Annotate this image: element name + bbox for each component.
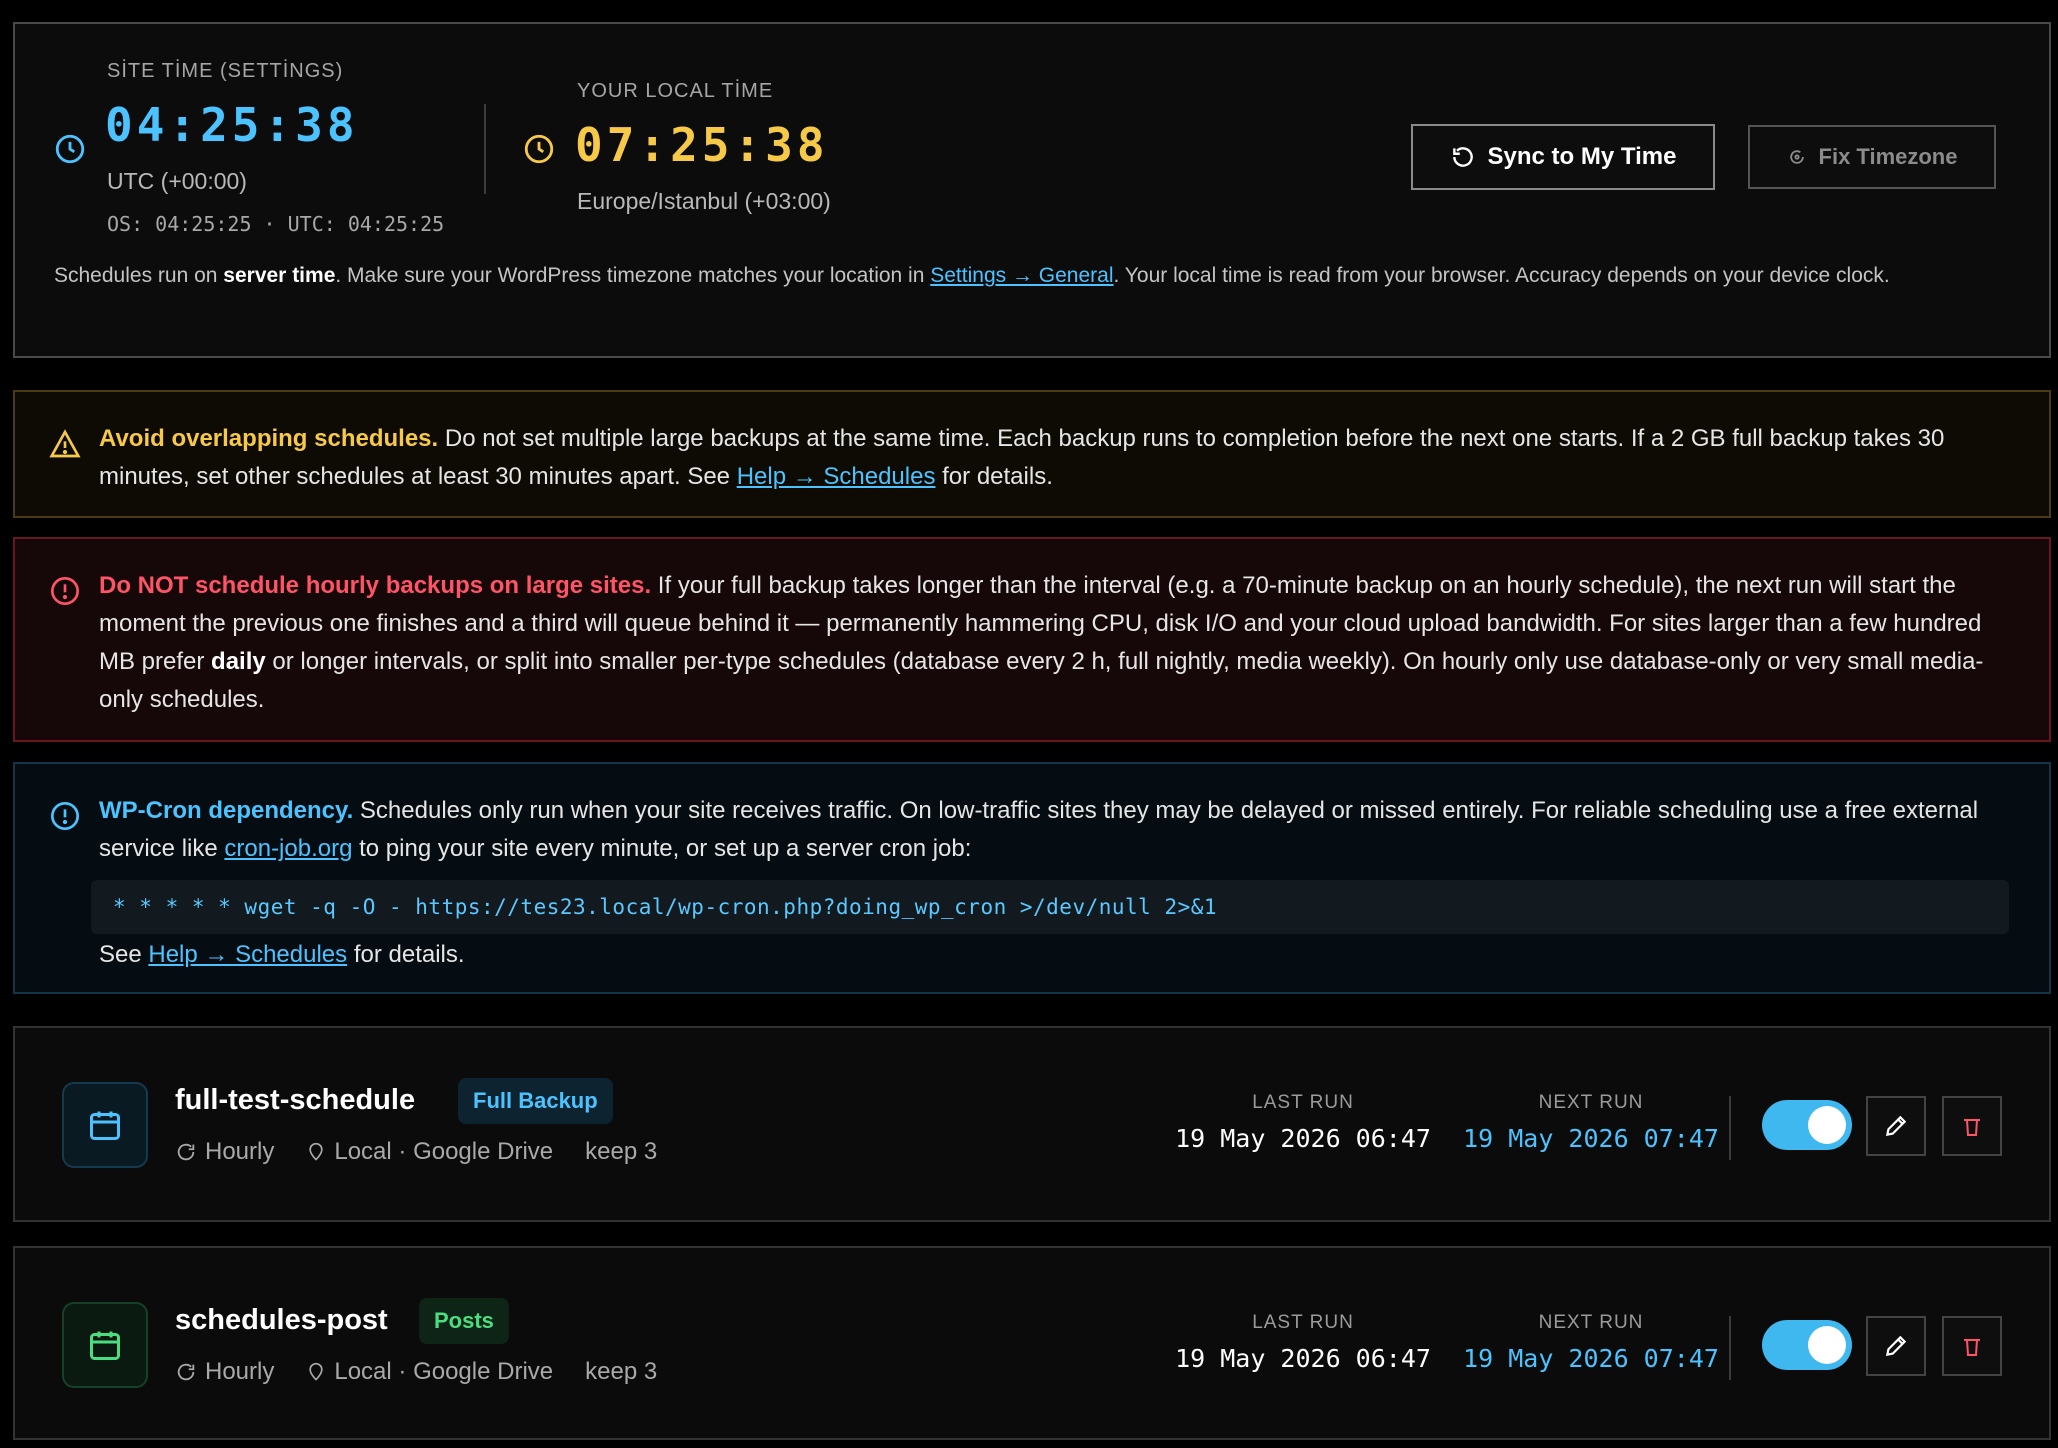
see-text: See — [99, 941, 149, 968]
schedule-meta: Hourly Local · Google Drive keep 3 — [175, 1138, 689, 1166]
local-time-value: 07:25:38 — [575, 118, 829, 172]
schedule-type-badge: Full Backup — [458, 1078, 613, 1124]
refresh-icon — [1789, 150, 1804, 164]
repeat-icon — [177, 1363, 195, 1381]
note-bold: server time — [223, 264, 336, 287]
calendar-icon-box — [62, 1082, 148, 1168]
schedule-name: full-test-schedule — [175, 1084, 416, 1116]
next-run-value: 19 May 2026 07:47 — [1463, 1124, 1719, 1153]
next-run-value: 19 May 2026 07:47 — [1463, 1344, 1719, 1373]
warning-icon — [49, 429, 81, 458]
divider — [484, 104, 486, 194]
help-schedules-link[interactable]: Help → Schedules — [148, 941, 347, 968]
fix-timezone-button[interactable]: Fix Timezone — [1748, 125, 1996, 189]
see-line: See Help → Schedules for details. — [99, 936, 2009, 974]
toggle-knob — [1808, 1326, 1846, 1364]
last-run-label: LAST RUN — [1252, 1312, 1354, 1333]
schedule-enabled-toggle[interactable] — [1762, 1100, 1852, 1150]
calendar-icon — [90, 1331, 120, 1360]
last-run-value: 19 May 2026 06:47 — [1175, 1344, 1431, 1373]
schedule-enabled-toggle[interactable] — [1762, 1320, 1852, 1370]
note-text: Schedules run on — [54, 264, 224, 287]
calendar-icon-box — [62, 1302, 148, 1388]
next-run-label: NEXT RUN — [1538, 1092, 1644, 1113]
local-time-label: YOUR LOCAL TİME — [577, 80, 774, 102]
frequency-label: Hourly — [205, 1138, 275, 1165]
alert-title: WP-Cron dependency. — [99, 797, 354, 824]
time-note: Schedules run on server time. Make sure … — [54, 260, 2014, 292]
edit-button[interactable] — [1866, 1316, 1926, 1376]
last-run-value: 19 May 2026 06:47 — [1175, 1124, 1431, 1153]
alert-title: Avoid overlapping schedules. — [99, 425, 439, 452]
site-timezone: UTC (+00:00) — [107, 168, 247, 194]
site-time-label: SİTE TİME (SETTİNGS) — [107, 60, 344, 82]
alert-tail: for details. — [935, 463, 1053, 490]
sync-to-my-time-button[interactable]: Sync to My Time — [1411, 124, 1715, 190]
destinations-label: Local · Google Drive — [334, 1138, 554, 1165]
toggle-knob — [1808, 1106, 1846, 1144]
trash-icon — [1964, 1119, 1980, 1136]
location-pin-icon — [309, 1142, 324, 1161]
alert-body-2: to ping your site every minute, or set u… — [352, 835, 972, 862]
delete-button[interactable] — [1942, 1316, 2002, 1376]
destinations: Local · Google Drive — [306, 1138, 553, 1166]
frequency-label: Hourly — [205, 1358, 275, 1385]
repeat-icon — [177, 1143, 195, 1161]
frequency: Hourly — [175, 1358, 274, 1386]
pencil-icon — [1885, 1335, 1907, 1357]
cron-command-code[interactable]: * * * * * wget -q -O - https://tes23.loc… — [91, 880, 2009, 934]
retention: keep 3 — [585, 1138, 658, 1165]
alert-bold: daily — [211, 648, 266, 675]
hourly-danger-alert: Do NOT schedule hourly backups on large … — [13, 537, 2051, 742]
see-tail: for details. — [347, 941, 465, 968]
last-run: LAST RUN 19 May 2026 06:47 — [1173, 1092, 1433, 1153]
schedule-name: schedules-post — [175, 1304, 388, 1336]
destinations: Local · Google Drive — [306, 1358, 553, 1386]
clock-icon — [524, 134, 554, 164]
alert-circle-icon — [51, 577, 79, 605]
divider — [1729, 1096, 1731, 1160]
sync-button-label: Sync to My Time — [1487, 143, 1677, 170]
note-text: . Your local time is read from your brow… — [1113, 264, 1890, 287]
next-run: NEXT RUN 19 May 2026 07:47 — [1461, 1312, 1721, 1373]
local-timezone: Europe/Istanbul (+03:00) — [577, 188, 831, 214]
edit-button[interactable] — [1866, 1096, 1926, 1156]
clock-icon — [55, 134, 85, 164]
wp-cron-info-alert: WP-Cron dependency. Schedules only run w… — [13, 762, 2051, 994]
destinations-label: Local · Google Drive — [334, 1358, 554, 1385]
alert-title: Do NOT schedule hourly backups on large … — [99, 572, 652, 599]
divider — [1729, 1316, 1731, 1380]
pencil-icon — [1885, 1115, 1907, 1137]
info-circle-icon — [51, 802, 79, 830]
trash-icon — [1964, 1339, 1980, 1356]
help-schedules-link[interactable]: Help → Schedules — [737, 463, 936, 490]
schedule-card: full-test-schedule Full Backup Hourly Lo… — [13, 1026, 2051, 1222]
site-time-value: 04:25:38 — [105, 98, 359, 152]
note-text: . Make sure your WordPress timezone matc… — [335, 264, 931, 287]
alert-text: WP-Cron dependency. Schedules only run w… — [99, 792, 2009, 868]
schedule-meta: Hourly Local · Google Drive keep 3 — [175, 1358, 689, 1386]
schedule-type-badge: Posts — [419, 1298, 509, 1344]
alert-tail: or longer intervals, or split into small… — [99, 648, 1984, 713]
calendar-icon — [90, 1111, 120, 1140]
location-pin-icon — [309, 1362, 324, 1381]
fix-button-label: Fix Timezone — [1818, 144, 1958, 169]
delete-button[interactable] — [1942, 1096, 2002, 1156]
sync-icon — [1452, 147, 1473, 167]
retention: keep 3 — [585, 1358, 658, 1385]
time-panel: SİTE TİME (SETTİNGS) 04:25:38 UTC (+00:0… — [13, 22, 2051, 358]
schedule-card: schedules-post Posts Hourly Local · Goog… — [13, 1246, 2051, 1440]
cron-job-org-link[interactable]: cron-job.org — [224, 835, 352, 862]
next-run-label: NEXT RUN — [1538, 1312, 1644, 1333]
overlap-warning: Avoid overlapping schedules. Do not set … — [13, 390, 2051, 518]
next-run: NEXT RUN 19 May 2026 07:47 — [1461, 1092, 1721, 1153]
last-run: LAST RUN 19 May 2026 06:47 — [1173, 1312, 1433, 1373]
last-run-label: LAST RUN — [1252, 1092, 1354, 1113]
settings-general-link[interactable]: Settings → General — [930, 264, 1113, 287]
frequency: Hourly — [175, 1138, 274, 1166]
site-os-utc-time: OS: 04:25:25 · UTC: 04:25:25 — [107, 212, 445, 236]
